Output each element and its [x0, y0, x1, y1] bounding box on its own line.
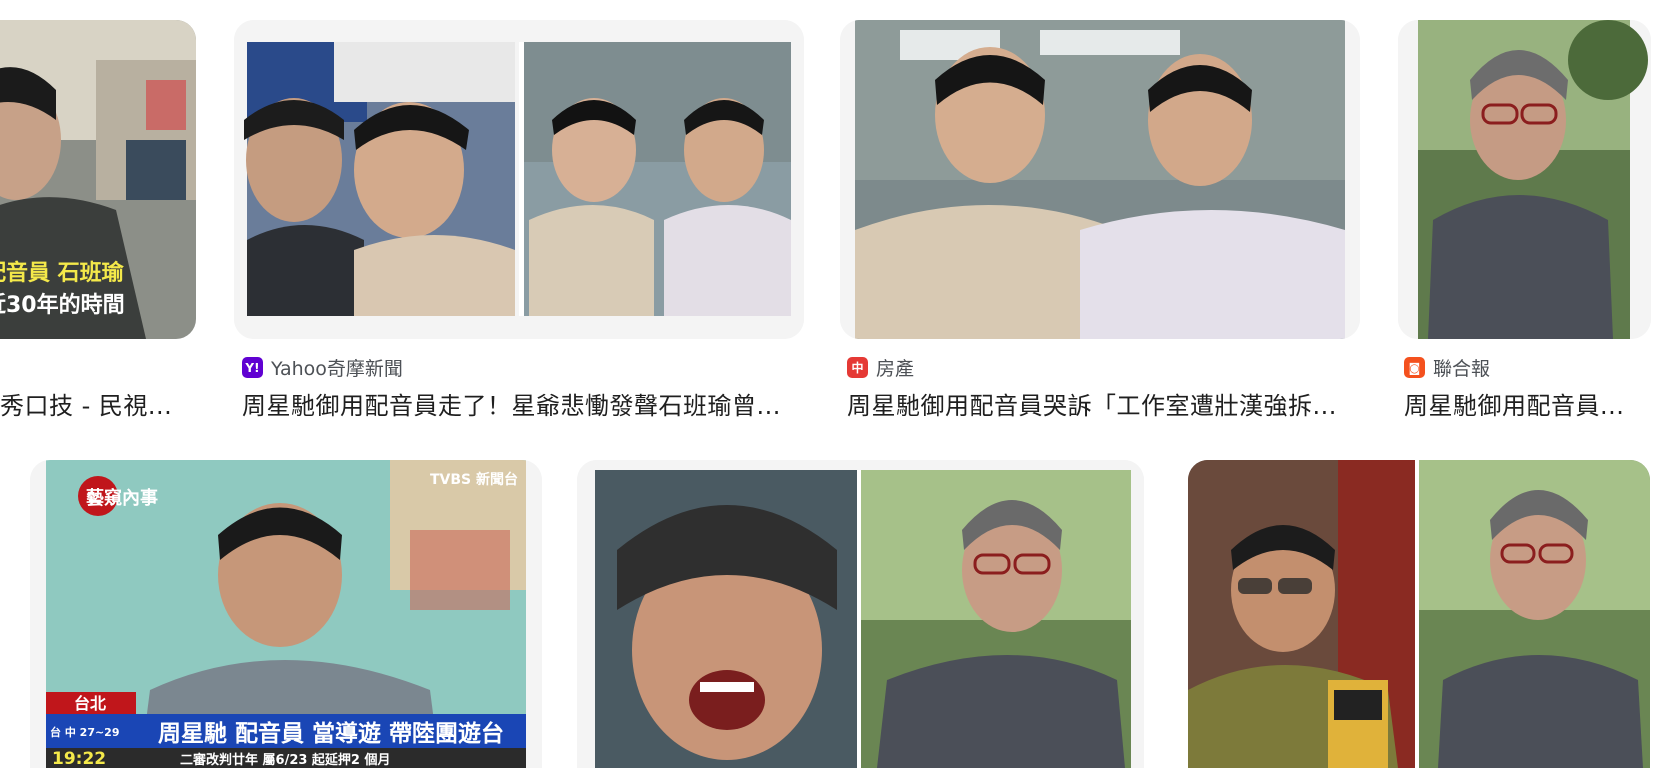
city-label: 台北 — [74, 694, 106, 713]
result-source[interactable]: 中 房產 — [847, 354, 914, 381]
tvbs-news-screenshot: 藝窺內事 TVBS 新聞台 台北 台 中 27~29 周星馳 配音員 當導遊 帶… — [30, 460, 542, 768]
source-name: Yahoo奇摩新聞 — [271, 358, 403, 380]
udn-icon: ◙ — [1404, 357, 1425, 378]
program-logo: 藝窺內事 — [86, 487, 158, 509]
weather-info: 台 中 27~29 — [50, 725, 120, 739]
result-thumbnail[interactable] — [577, 460, 1144, 768]
channel-logo: TVBS 新聞台 — [430, 471, 518, 488]
result-source[interactable]: Y! Yahoo奇摩新聞 — [242, 354, 403, 381]
result-title[interactable]: 周星馳御用配音員走了！星爺悲慟發聲石班瑜曾... — [242, 386, 792, 421]
movie-still-collage-photo — [577, 460, 1144, 768]
news-headline: 周星馳 配音員 當導遊 帶陸團遊台 — [158, 720, 504, 747]
source-name: 房產 — [876, 358, 915, 380]
two-men-collage-photo — [234, 20, 804, 339]
source-name: 聯合報 — [1433, 358, 1491, 380]
source-logo-icon: 中 — [847, 357, 868, 378]
result-thumbnail[interactable] — [840, 20, 1360, 339]
result-thumbnail[interactable]: 配音員 石班瑜 近30年的時間 — [0, 20, 196, 339]
result-title[interactable]: 周星馳御用配音員哭訴「工作室遭壯漢強拆... — [847, 386, 1352, 421]
result-title[interactable]: 秀口技 - 民視... — [0, 386, 190, 421]
news-time: 19:22 — [52, 749, 106, 768]
news-ticker: 二審改判廿年 屬6/23 起延押2 個月 — [180, 752, 391, 768]
overlay-caption-2: 近30年的時間 — [0, 292, 125, 318]
result-thumbnail[interactable] — [1188, 460, 1650, 768]
result-thumbnail[interactable]: 藝窺內事 TVBS 新聞台 台北 台 中 27~29 周星馳 配音員 當導遊 帶… — [30, 460, 542, 768]
yahoo-icon: Y! — [242, 357, 263, 378]
result-source[interactable]: ◙ 聯合報 — [1404, 354, 1490, 381]
elderly-man-photo — [1398, 20, 1651, 339]
result-thumbnail[interactable] — [234, 20, 804, 339]
overlay-caption-1: 配音員 石班瑜 — [0, 260, 125, 286]
man-with-book-collage-photo — [1188, 460, 1650, 768]
two-men-standing-photo — [840, 20, 1360, 339]
result-thumbnail[interactable] — [1398, 20, 1651, 339]
result-title[interactable]: 周星馳御用配音員... — [1404, 386, 1644, 421]
man-drinking-photo: 配音員 石班瑜 近30年的時間 — [0, 20, 196, 339]
